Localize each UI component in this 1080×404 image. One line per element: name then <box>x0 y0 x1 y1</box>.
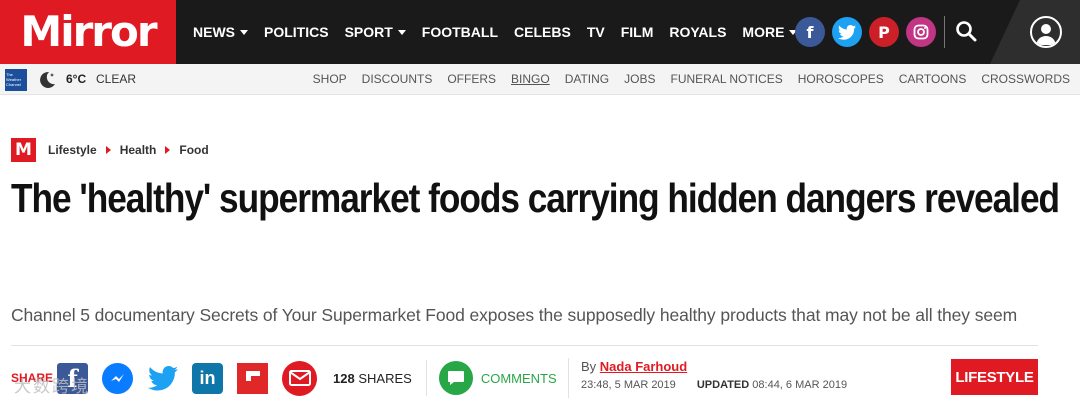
nav-label: ROYALS <box>669 24 727 40</box>
chevron-down-icon <box>240 29 248 35</box>
nav-label: TV <box>586 24 605 40</box>
share-bar: SHARE f in 128 SHARES COMMENTS <box>11 358 557 398</box>
breadcrumb-lifestyle[interactable]: Lifestyle <box>48 143 97 157</box>
search-icon[interactable] <box>953 18 981 46</box>
weather-logo-text: The Weather Channel <box>6 72 22 87</box>
link-crosswords[interactable]: CROSSWORDS <box>981 72 1070 86</box>
social-links: f P <box>795 17 936 47</box>
temperature: 6°C <box>66 72 87 86</box>
nav-item-royals[interactable]: ROYALS <box>669 24 726 40</box>
account-icon[interactable] <box>1030 16 1062 48</box>
share-count-suffix: SHARES <box>358 370 412 386</box>
nav-label: FILM <box>620 24 654 40</box>
nav-label: FOOTBALL <box>421 24 499 40</box>
nav-item-politics[interactable]: POLITICS <box>264 24 329 40</box>
divider <box>425 360 427 396</box>
breadcrumb-health[interactable]: Health <box>120 143 157 157</box>
link-jobs[interactable]: JOBS <box>624 72 655 86</box>
published-date: 23:48, 5 MAR 2019 <box>581 379 676 391</box>
comment-icon <box>438 361 473 395</box>
link-funeral-notices[interactable]: FUNERAL NOTICES <box>670 72 782 86</box>
chevron-right-icon <box>165 146 171 154</box>
share-count-number: 128 <box>333 370 355 386</box>
link-horoscopes[interactable]: HOROSCOPES <box>798 72 884 86</box>
nav-item-more[interactable]: MORE <box>742 24 798 40</box>
nav-label: POLITICS <box>264 24 329 40</box>
link-offers[interactable]: OFFERS <box>447 72 496 86</box>
chevron-down-icon <box>397 29 406 35</box>
link-bingo[interactable]: BINGO <box>511 72 550 86</box>
share-twitter-icon[interactable] <box>147 363 178 394</box>
nav-label: CELEBS <box>514 24 571 40</box>
utility-links: SHOP DISCOUNTS OFFERS BINGO DATING JOBS … <box>313 72 1070 86</box>
divider <box>11 345 1038 346</box>
share-flipboard-icon[interactable] <box>237 362 269 394</box>
share-count: 128 SHARES <box>333 371 412 386</box>
twitter-icon[interactable] <box>832 17 862 47</box>
nav-item-sport[interactable]: SPORT <box>345 24 406 40</box>
nav-label: SPORT <box>344 24 393 40</box>
link-cartoons[interactable]: CARTOONS <box>899 72 967 86</box>
nav-label: MORE <box>742 24 785 40</box>
comments-label: COMMENTS <box>480 370 557 386</box>
author-link[interactable]: Nada Farhoud <box>600 359 687 374</box>
mirror-logo[interactable]: Mirror <box>0 0 176 64</box>
byline-prefix: By <box>581 359 597 374</box>
pinterest-icon[interactable]: P <box>869 17 899 47</box>
main-nav: NEWS POLITICS SPORT FOOTBALL CELEBS TV F… <box>193 0 813 64</box>
utility-bar: The Weather Channel 6°C CLEAR SHOP DISCO… <box>0 64 1080 95</box>
weather-condition: CLEAR <box>96 72 137 86</box>
facebook-icon[interactable]: f <box>795 17 825 47</box>
logo-text: Mirror <box>20 7 157 56</box>
watermark-text: 大数跨境 <box>14 377 90 396</box>
share-email-icon[interactable] <box>282 360 318 396</box>
share-messenger-icon[interactable] <box>102 362 134 394</box>
mirror-m-badge[interactable]: M <box>11 138 36 162</box>
nav-divider <box>944 16 945 48</box>
byline: By Nada Farhoud <box>581 359 687 374</box>
divider <box>568 358 569 398</box>
top-navigation-bar: Mirror NEWS POLITICS SPORT FOOTBALL CELE… <box>0 0 1080 64</box>
breadcrumb: M Lifestyle Health Food <box>11 138 209 162</box>
nav-item-news[interactable]: NEWS <box>193 24 248 40</box>
nav-item-football[interactable]: FOOTBALL <box>422 24 498 40</box>
section-tag-button[interactable]: LIFESTYLE <box>951 359 1038 395</box>
article-dates: 23:48, 5 MAR 2019 UPDATED 08:44, 6 MAR 2… <box>581 379 847 391</box>
nav-item-tv[interactable]: TV <box>587 24 605 40</box>
instagram-icon[interactable] <box>906 17 936 47</box>
updated-label: UPDATED <box>696 379 750 391</box>
watermark: 大数跨境 <box>14 372 90 397</box>
link-discounts[interactable]: DISCOUNTS <box>362 72 433 86</box>
chevron-right-icon <box>105 146 111 154</box>
nav-item-film[interactable]: FILM <box>621 24 654 40</box>
weather-channel-logo[interactable]: The Weather Channel <box>5 69 27 91</box>
comments-button[interactable]: COMMENTS <box>438 361 557 395</box>
link-shop[interactable]: SHOP <box>313 72 347 86</box>
article-headline: The 'healthy' supermarket foods carrying… <box>11 175 1060 221</box>
share-linkedin-icon[interactable]: in <box>192 362 224 394</box>
nav-label: NEWS <box>193 24 235 40</box>
moon-icon <box>35 69 57 91</box>
updated-date: 08:44, 6 MAR 2019 <box>752 379 848 391</box>
article-standfirst: Channel 5 documentary Secrets of Your Su… <box>11 305 1018 325</box>
nav-item-celebs[interactable]: CELEBS <box>514 24 571 40</box>
breadcrumb-food[interactable]: Food <box>179 143 208 157</box>
link-dating[interactable]: DATING <box>565 72 609 86</box>
